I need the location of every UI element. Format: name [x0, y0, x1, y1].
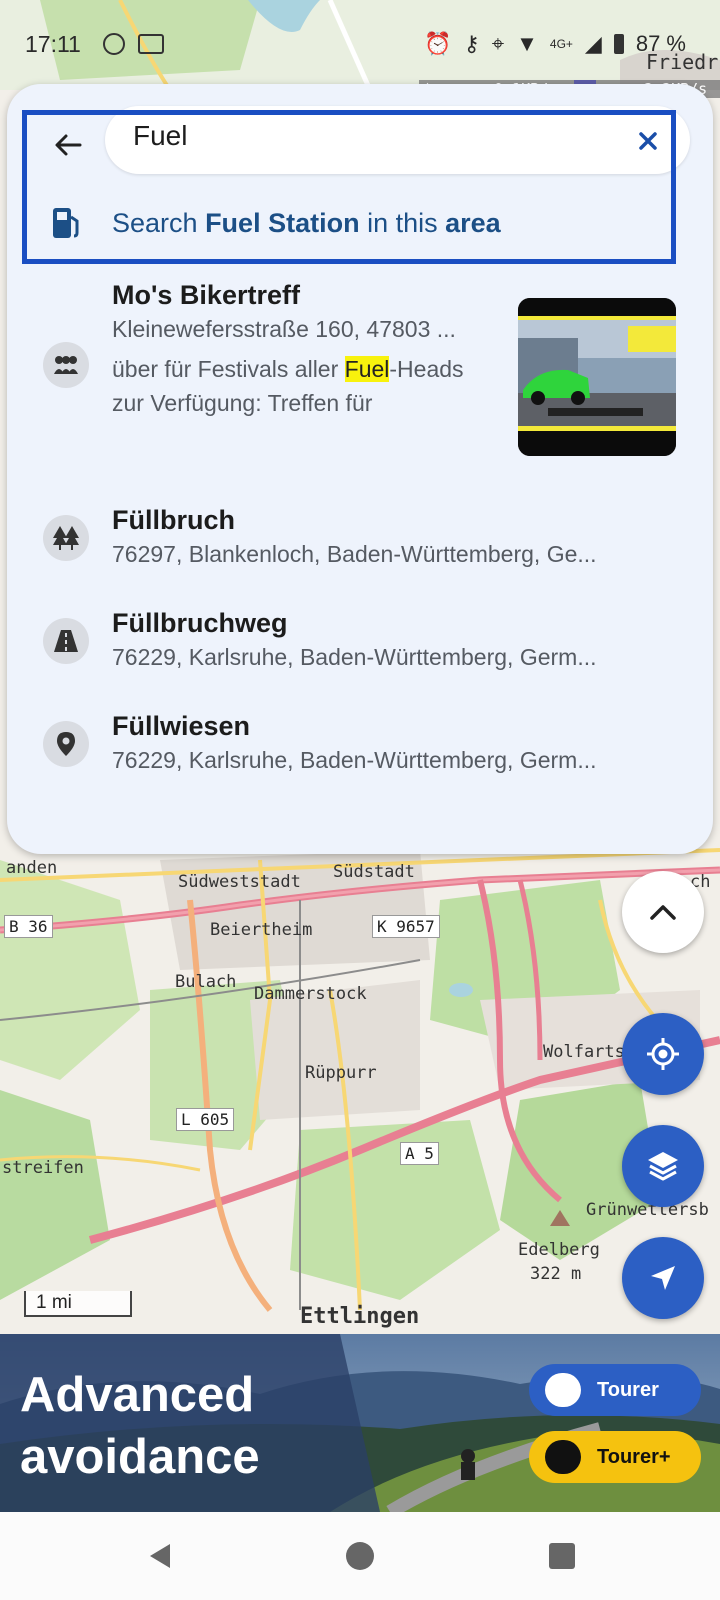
navigate-button[interactable] — [622, 1237, 704, 1319]
layers-button[interactable] — [622, 1125, 704, 1207]
result-item[interactable]: Füllwiesen 76229, Karlsruhe, Baden-Württ… — [0, 711, 720, 791]
crosshair-icon — [647, 1038, 679, 1070]
result-snippet: über für Festivals aller Fuel-Heads zur … — [112, 352, 482, 420]
arrow-left-icon — [55, 134, 82, 156]
trees-icon — [53, 526, 79, 550]
snippet-highlight: Fuel — [344, 356, 390, 382]
location-icon: ⌖ — [491, 31, 505, 56]
alarm-icon: ⏰ — [424, 31, 452, 56]
search-query[interactable]: Fuel — [133, 120, 187, 152]
map-label-wolfarts: Wolfarts — [543, 1042, 625, 1062]
close-icon — [639, 132, 657, 150]
tourer-helmet-icon — [545, 1373, 581, 1407]
tourer-label: Tourer — [597, 1378, 659, 1401]
expand-button[interactable] — [622, 871, 704, 953]
tourer-plus-label: Tourer+ — [597, 1445, 671, 1468]
result-item[interactable]: Füllbruchweg 76229, Karlsruhe, Baden-Wür… — [0, 608, 720, 688]
suggestion-area: area — [445, 208, 501, 238]
back-button[interactable] — [48, 125, 88, 165]
result-icon — [43, 342, 89, 388]
layers-icon — [648, 1152, 678, 1181]
result-title: Füllbruchweg — [112, 608, 288, 638]
road-shield-l605: L 605 — [176, 1108, 235, 1131]
search-category-suggestion[interactable]: Search Fuel Station in this area — [112, 208, 501, 239]
result-icon — [43, 515, 89, 561]
result-address: Kleinewefersstraße 160, 47803 ... — [112, 316, 456, 342]
status-time: 17:11 — [25, 31, 81, 57]
tourer-plus-button[interactable]: Tourer+ — [529, 1431, 701, 1483]
sync-icon — [103, 33, 125, 55]
map-label-ettlingen: Ettlingen — [300, 1304, 420, 1329]
focus-highlight — [22, 110, 676, 264]
chevron-up-icon — [650, 905, 676, 920]
keyboard-icon — [138, 34, 164, 54]
map-label-suedstadt: Südstadt — [333, 862, 415, 882]
clear-button[interactable] — [638, 126, 658, 158]
map-label-friedrich: Friedric — [646, 50, 720, 74]
result-address: 76297, Blankenloch, Baden-Württemberg, G… — [112, 541, 597, 567]
map-label-streifen: streifen — [2, 1158, 84, 1178]
suggestion-middle: in this — [359, 208, 446, 238]
banner-title: Advanced avoidance — [20, 1364, 260, 1488]
group-icon — [54, 356, 78, 374]
map-label-dammerstock: Dammerstock — [254, 984, 367, 1004]
result-icon — [43, 721, 89, 767]
result-title: Füllwiesen — [112, 711, 251, 741]
suggestion-category: Fuel Station — [205, 208, 360, 238]
road-shield-b36: B 36 — [4, 915, 53, 938]
map-label-rueppurr: Rüppurr — [305, 1063, 377, 1083]
result-title: Füllbruch — [112, 505, 235, 535]
map-scale: 1 mi — [24, 1291, 132, 1317]
map-label-edelberg: Edelberg — [518, 1240, 600, 1260]
result-address: 76229, Karlsruhe, Baden-Württemberg, Ger… — [112, 747, 597, 773]
promo-banner[interactable]: Advanced avoidance Tourer Tourer+ — [0, 1334, 720, 1512]
map-label-beiertheim: Beiertheim — [210, 920, 313, 940]
result-icon — [43, 618, 89, 664]
result-item[interactable]: Füllbruch 76297, Blankenloch, Baden-Würt… — [0, 505, 720, 585]
result-title: Mo's Bikertreff — [112, 280, 300, 310]
pin-icon — [57, 732, 75, 756]
tourer-plus-helmet-icon — [545, 1440, 581, 1474]
signal-icon: ◢ — [584, 31, 602, 56]
map-label-suedweststadt: Südweststadt — [178, 872, 301, 892]
back-nav-icon[interactable] — [146, 1541, 176, 1571]
system-nav-bar — [0, 1512, 720, 1600]
home-nav-icon[interactable] — [345, 1541, 375, 1571]
road-icon — [54, 630, 78, 652]
result-thumbnail[interactable] — [518, 298, 676, 456]
wifi-icon: ▼ — [516, 31, 538, 56]
status-bar: 17:11 ⏰ ⚷ ⌖ ▼ 4G+ ◢ 87 % — [0, 0, 720, 88]
navigation-arrow-icon — [651, 1266, 675, 1290]
recents-nav-icon[interactable] — [548, 1542, 576, 1570]
battery-icon — [613, 34, 624, 54]
result-address: 76229, Karlsruhe, Baden-Württemberg, Ger… — [112, 644, 597, 670]
suggestion-prefix: Search — [112, 208, 206, 238]
my-location-button[interactable] — [622, 1013, 704, 1095]
map-label-bulach: Bulach — [175, 972, 237, 992]
signal-label: 4G+ — [549, 37, 573, 51]
map-label-anden: anden — [6, 858, 58, 878]
banner-title-line2: avoidance — [20, 1430, 260, 1484]
fuel-pump-icon — [53, 208, 79, 238]
road-shield-k9657: K 9657 — [372, 915, 440, 938]
map-label-edelberg-altitude: 322 m — [530, 1264, 582, 1284]
tourer-button[interactable]: Tourer — [529, 1364, 701, 1416]
fuel-station-suggestion-icon-wrap — [50, 205, 82, 241]
key-icon: ⚷ — [463, 31, 480, 56]
banner-title-line1: Advanced — [20, 1368, 255, 1422]
road-shield-a5: A 5 — [400, 1142, 439, 1165]
snippet-text-before: über für Festivals aller — [112, 356, 345, 382]
bikertreff-photo — [518, 298, 676, 456]
